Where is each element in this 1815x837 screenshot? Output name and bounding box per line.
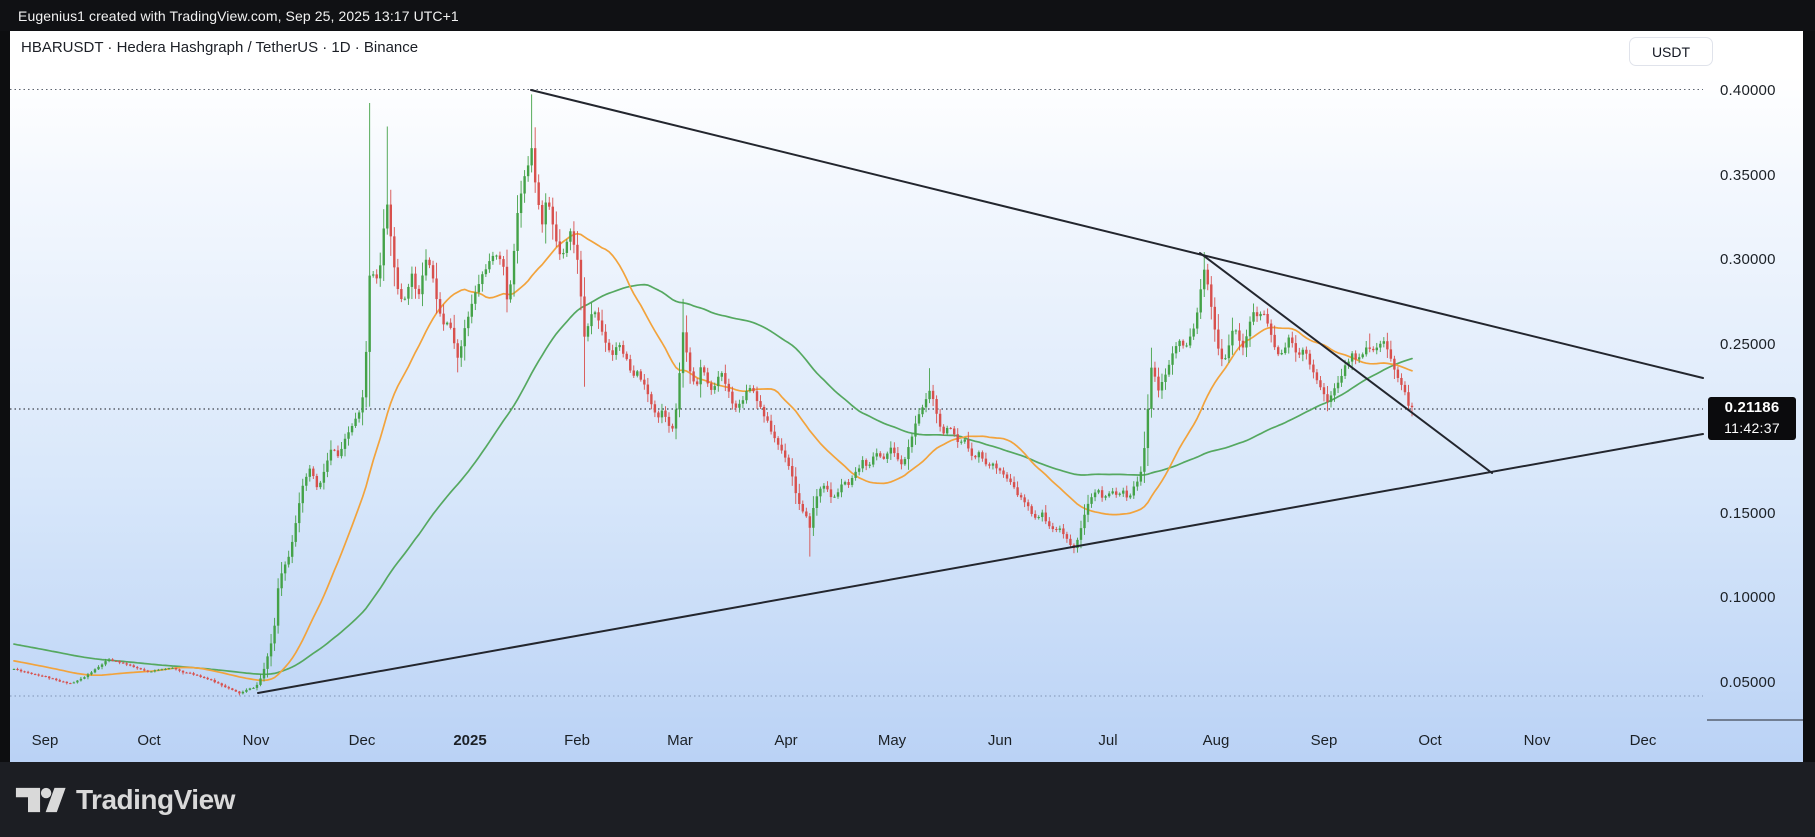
price-axis-label: 0.35000 (1720, 166, 1776, 184)
tradingview-logo[interactable]: TradingView (15, 784, 235, 816)
price-axis-label: 0.30000 (1720, 251, 1776, 268)
time-axis-label: Jul (1098, 732, 1118, 749)
time-axis-label: Oct (1418, 732, 1442, 749)
time-axis-label: Mar (667, 732, 693, 749)
time-axis-label: Jun (987, 732, 1013, 749)
price-axis-label: 0.05000 (1720, 673, 1776, 691)
candlestick-chart[interactable] (10, 31, 1803, 762)
time-axis-label: Nov (1523, 732, 1551, 749)
price-axis-label: 0.25000 (1720, 335, 1776, 353)
time-axis-label: May (877, 732, 907, 749)
time-axis-label: 2025 (453, 732, 487, 749)
price-axis-label: 0.40000 (1720, 82, 1776, 99)
last-price-tag: 0.21186 11:42:37 (1708, 396, 1796, 440)
bar-countdown: 11:42:37 (1724, 419, 1780, 436)
time-axis-label: Dec (1629, 732, 1657, 749)
attribution-text: Eugenius1 created with TradingView.com, … (18, 7, 459, 24)
time-axis-label: Aug (1202, 732, 1230, 749)
time-axis-label: Nov (242, 732, 270, 749)
chart-card: HBARUSDT · Hedera Hashgraph / TetherUS ·… (10, 31, 1803, 762)
tradingview-brand-text: TradingView (76, 783, 235, 815)
tradingview-logo-icon (15, 787, 66, 812)
last-price-value: 0.21186 (1724, 398, 1780, 416)
price-axis-label: 0.10000 (1720, 589, 1776, 606)
time-axis-label: Apr (774, 732, 798, 749)
time-axis-label: Oct (137, 732, 161, 749)
price-axis-label: 0.15000 (1720, 504, 1776, 522)
time-axis-label: Dec (348, 732, 376, 749)
attribution-bar: Eugenius1 created with TradingView.com, … (0, 0, 1815, 31)
footer-bar: TradingView (0, 762, 1815, 837)
time-axis-label: Feb (564, 732, 590, 749)
time-axis-label: Sep (31, 732, 59, 749)
time-axis-label: Sep (1310, 732, 1338, 749)
